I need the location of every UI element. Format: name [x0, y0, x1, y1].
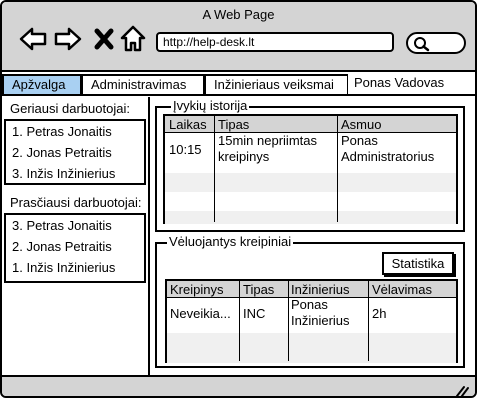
- late-type[interactable]: INC: [243, 306, 265, 321]
- event-history-group: Įvykių istorija Laikas Tipas Asmuo 10:15…: [155, 98, 465, 232]
- search-icon: [414, 37, 430, 52]
- browser-titlebar: A Web Page http://help-desk.lt: [2, 2, 475, 72]
- event-person[interactable]: Ponas: [341, 133, 378, 148]
- list-item[interactable]: 1. Inžis Inžinierius: [6, 257, 144, 278]
- column-divider: [368, 281, 369, 361]
- late-request[interactable]: Neveikia...: [170, 306, 231, 321]
- event-history-legend: Įvykių istorija: [171, 98, 250, 114]
- list-item[interactable]: 3. Petras Jonaitis: [6, 215, 144, 236]
- column-header[interactable]: Tipas: [243, 282, 274, 297]
- tab-apzvalga[interactable]: Apžvalga: [2, 74, 82, 96]
- list-item[interactable]: 1. Petras Jonaitis: [6, 121, 144, 142]
- column-divider: [288, 281, 289, 361]
- event-history-table: Laikas Tipas Asmuo 10:15 15min nepriimta…: [163, 114, 458, 224]
- late-engineer[interactable]: Inžinierius: [291, 313, 350, 328]
- late-engineer[interactable]: Ponas: [291, 297, 328, 312]
- worst-employees-heading: Prasčiausi darbuotojai:: [10, 195, 142, 210]
- statistics-button[interactable]: Statistika: [382, 252, 454, 275]
- forward-arrow-icon[interactable]: [53, 24, 83, 54]
- late-requests-legend: Vėluojantys kreipiniai: [167, 234, 294, 250]
- event-person[interactable]: Administratorius: [341, 149, 434, 164]
- late-requests-group: Vėluojantys kreipiniai Statistika Kreipi…: [155, 234, 465, 368]
- close-icon[interactable]: [90, 24, 120, 54]
- table-row-empty: [165, 173, 456, 192]
- column-header[interactable]: Kreipinys: [170, 282, 223, 297]
- column-header[interactable]: Laikas: [169, 117, 207, 132]
- late-delay[interactable]: 2h: [372, 306, 386, 321]
- column-header[interactable]: Vėlavimas: [372, 282, 432, 297]
- list-item[interactable]: 2. Jonas Petraitis: [6, 236, 144, 257]
- event-type[interactable]: 15min nepriimtas: [218, 133, 317, 148]
- column-divider: [239, 281, 240, 361]
- tab-bar: Apžvalga Administravimas Inžinieriaus ve…: [2, 74, 475, 96]
- address-bar[interactable]: http://help-desk.lt: [156, 32, 394, 52]
- resize-grip-icon[interactable]: [455, 385, 469, 397]
- browser-window: A Web Page http://help-desk.lt Apžvalga …: [0, 0, 477, 398]
- table-row-empty: [167, 333, 456, 363]
- list-item[interactable]: 3. Inžis Inžinierius: [6, 163, 144, 184]
- best-employees-list: 1. Petras Jonaitis 2. Jonas Petraitis 3.…: [4, 119, 146, 185]
- best-employees-heading: Geriausi darbuotojai:: [10, 101, 130, 116]
- tab-inzinieriaus-veiksmai[interactable]: Inžinieriaus veiksmai: [204, 74, 349, 96]
- back-arrow-icon[interactable]: [18, 24, 48, 54]
- sidebar: Geriausi darbuotojai: 1. Petras Jonaitis…: [2, 97, 148, 375]
- worst-employees-list: 3. Petras Jonaitis 2. Jonas Petraitis 1.…: [4, 213, 146, 283]
- table-row-empty: [165, 211, 456, 224]
- status-bar: [2, 375, 475, 397]
- window-title: A Web Page: [202, 7, 275, 22]
- column-divider: [214, 116, 215, 222]
- column-divider: [337, 116, 338, 222]
- event-type[interactable]: kreipinys: [218, 149, 269, 164]
- home-icon[interactable]: [119, 24, 149, 54]
- late-requests-table: Kreipinys Tipas Inžinierius Vėlavimas Ne…: [165, 279, 458, 363]
- column-header[interactable]: Asmuo: [341, 117, 381, 132]
- tab-ponas-vadovas[interactable]: Ponas Vadovas: [348, 74, 475, 96]
- column-header[interactable]: Tipas: [218, 117, 249, 132]
- event-time[interactable]: 10:15: [169, 142, 202, 157]
- table-header: [165, 116, 456, 133]
- search-field[interactable]: [406, 32, 466, 54]
- column-header[interactable]: Inžinierius: [291, 282, 350, 297]
- list-item[interactable]: 2. Jonas Petraitis: [6, 142, 144, 163]
- sidebar-divider: [148, 97, 150, 375]
- tab-administravimas[interactable]: Administravimas: [81, 74, 205, 96]
